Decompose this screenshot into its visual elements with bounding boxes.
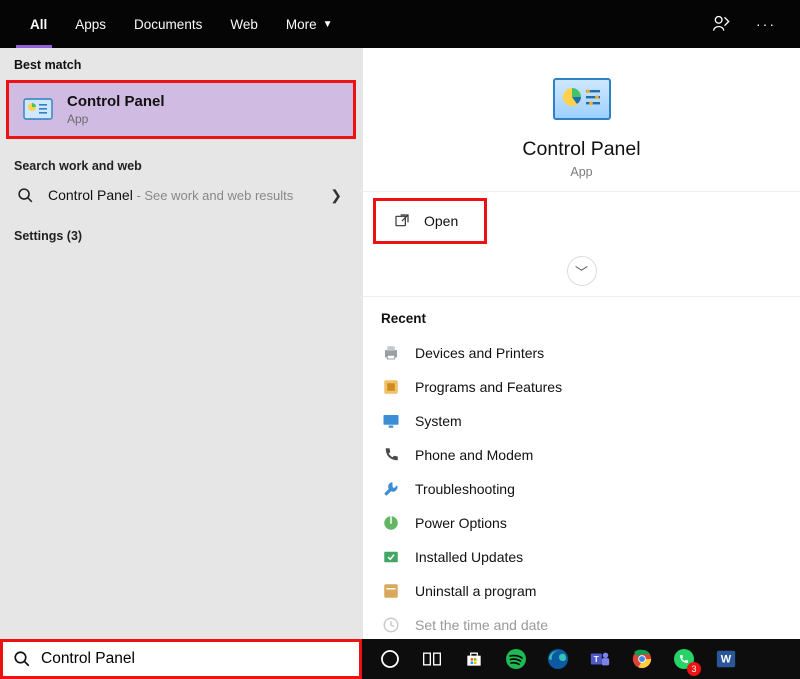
- search-work-web-label: Search work and web: [0, 145, 362, 181]
- search-box[interactable]: [0, 639, 362, 679]
- recent-item-uninstall-program[interactable]: Uninstall a program: [381, 574, 782, 608]
- chevron-down-icon: ﹀: [575, 262, 588, 281]
- chevron-right-icon[interactable]: ❯: [324, 187, 348, 204]
- devices-printers-icon: [381, 343, 401, 363]
- ellipsis-icon[interactable]: ···: [756, 14, 776, 34]
- list-item-label: Set the time and date: [415, 617, 548, 633]
- uninstall-program-icon: [381, 581, 401, 601]
- search-input[interactable]: [41, 650, 349, 668]
- list-item-label: Troubleshooting: [415, 481, 515, 497]
- system-icon: [381, 411, 401, 431]
- recent-item-programs-features[interactable]: Programs and Features: [381, 370, 782, 404]
- installed-updates-icon: [381, 547, 401, 567]
- recent-item-installed-updates[interactable]: Installed Updates: [381, 540, 782, 574]
- spotify-icon[interactable]: [502, 645, 530, 673]
- list-item-label: Uninstall a program: [415, 583, 536, 599]
- active-tab-underline: [16, 45, 52, 48]
- cortana-icon[interactable]: [376, 645, 404, 673]
- power-options-icon: [381, 513, 401, 533]
- list-item-label: Power Options: [415, 515, 507, 531]
- task-view-icon[interactable]: [418, 645, 446, 673]
- notification-badge: 3: [687, 662, 701, 676]
- recent-label: Recent: [381, 311, 782, 326]
- microsoft-store-icon[interactable]: [460, 645, 488, 673]
- chrome-icon[interactable]: [628, 645, 656, 673]
- phone-modem-icon: [381, 445, 401, 465]
- best-match-label: Best match: [0, 48, 362, 80]
- expand-actions-button[interactable]: ﹀: [567, 256, 597, 286]
- recent-item-phone-modem[interactable]: Phone and Modem: [381, 438, 782, 472]
- clock-icon: [381, 615, 401, 635]
- list-item-label: Installed Updates: [415, 549, 523, 565]
- recent-item-system[interactable]: System: [381, 404, 782, 438]
- list-item-label: System: [415, 413, 462, 429]
- recent-item-troubleshooting[interactable]: Troubleshooting: [381, 472, 782, 506]
- preview-pane: Control Panel App Open ﹀ Recent Devices …: [362, 48, 800, 639]
- open-icon: [394, 213, 410, 229]
- open-button[interactable]: Open: [373, 198, 487, 244]
- list-item-label: Phone and Modem: [415, 447, 533, 463]
- best-match-result[interactable]: Control Panel App: [6, 80, 356, 139]
- word-icon[interactable]: W: [712, 645, 740, 673]
- recent-section: Recent Devices and Printers Programs and…: [363, 297, 800, 639]
- tab-apps[interactable]: Apps: [61, 0, 120, 48]
- preview-subtitle: App: [570, 165, 592, 179]
- tab-all[interactable]: All: [16, 0, 61, 48]
- control-panel-icon: [23, 95, 53, 125]
- best-match-title: Control Panel: [67, 93, 165, 110]
- troubleshooting-icon: [381, 479, 401, 499]
- svg-text:W: W: [721, 654, 732, 666]
- search-web-result-hint: - See work and web results: [133, 188, 293, 203]
- search-web-result[interactable]: Control Panel - See work and web results…: [0, 181, 362, 211]
- preview-title: Control Panel: [522, 138, 640, 161]
- tab-documents[interactable]: Documents: [120, 0, 216, 48]
- open-label: Open: [424, 213, 458, 229]
- dropdown-triangle-icon: ▼: [323, 19, 333, 30]
- search-icon: [13, 650, 31, 668]
- search-filter-bar: All Apps Documents Web More ▼ ···: [0, 0, 800, 48]
- feedback-icon[interactable]: [712, 14, 732, 34]
- best-match-subtitle: App: [67, 112, 165, 126]
- preview-hero: Control Panel App: [363, 48, 800, 192]
- search-icon: [14, 187, 36, 204]
- teams-icon[interactable]: T: [586, 645, 614, 673]
- taskbar: T 3 W: [362, 639, 800, 679]
- recent-item-devices-printers[interactable]: Devices and Printers: [381, 336, 782, 370]
- filter-tabs: All Apps Documents Web More ▼: [0, 0, 347, 48]
- edge-icon[interactable]: [544, 645, 572, 673]
- search-web-result-title: Control Panel: [48, 187, 133, 203]
- recent-item-set-time-date[interactable]: Set the time and date: [381, 608, 782, 639]
- recent-item-power-options[interactable]: Power Options: [381, 506, 782, 540]
- programs-features-icon: [381, 377, 401, 397]
- tab-web[interactable]: Web: [216, 0, 272, 48]
- list-item-label: Programs and Features: [415, 379, 562, 395]
- control-panel-icon: [553, 78, 611, 120]
- settings-group-label[interactable]: Settings (3): [0, 211, 362, 251]
- results-pane: Best match Control Panel App Search work…: [0, 48, 362, 639]
- list-item-label: Devices and Printers: [415, 345, 544, 361]
- svg-text:T: T: [594, 655, 599, 664]
- tab-more[interactable]: More ▼: [272, 0, 347, 48]
- whatsapp-icon[interactable]: 3: [670, 645, 698, 673]
- tab-more-label: More: [286, 17, 317, 32]
